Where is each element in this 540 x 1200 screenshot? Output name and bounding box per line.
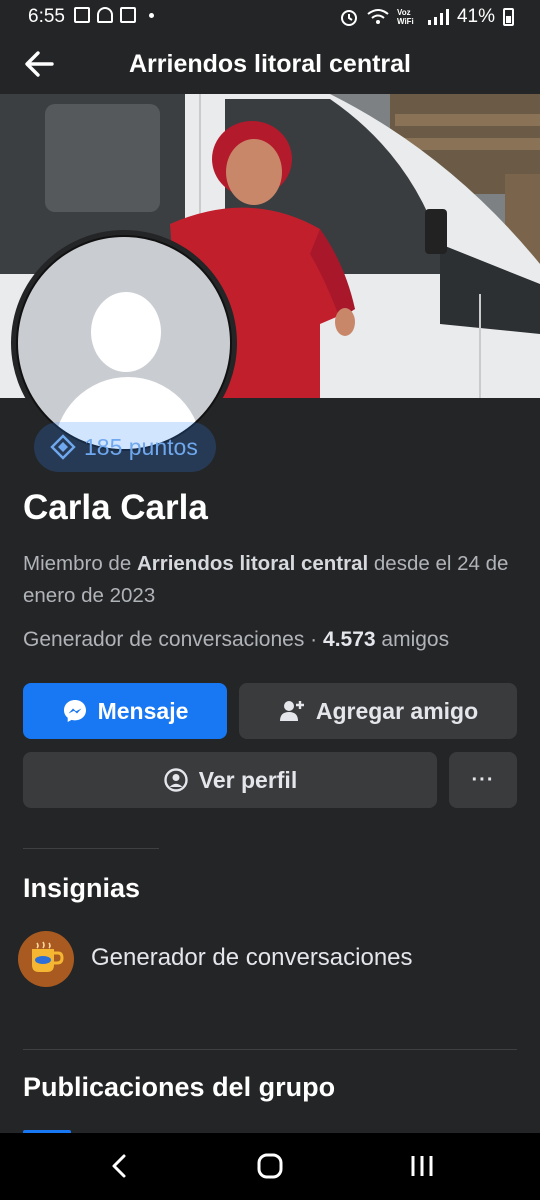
membership-info: Miembro de Arriendos litoral central des… xyxy=(23,548,513,612)
add-friend-button[interactable]: Agregar amigo xyxy=(239,683,517,739)
app-header: Arriendos litoral central xyxy=(0,34,540,94)
more-notifications-dot xyxy=(149,12,154,18)
nav-back-icon[interactable] xyxy=(105,1151,135,1181)
view-profile-button-label: Ver perfil xyxy=(198,766,298,793)
user-circle-icon xyxy=(164,768,188,792)
notification-icons xyxy=(74,7,154,23)
points-label: 185 puntos xyxy=(84,433,198,460)
friends-label: amigos xyxy=(375,628,450,651)
messenger-icon xyxy=(63,700,86,722)
coffee-cup-graphic xyxy=(32,941,64,972)
add-person-icon xyxy=(279,701,304,721)
voz-wifi-tag: Voz WiFi xyxy=(396,8,414,26)
weather-icon xyxy=(97,7,113,23)
friends-count: 4.573 xyxy=(323,628,376,651)
status-time: 6:55 xyxy=(28,6,65,27)
member-group-name: Arriendos litoral central xyxy=(136,552,369,575)
message-button[interactable]: Mensaje xyxy=(23,683,227,739)
profile-meta: Generador de conversaciones · 4.573 amig… xyxy=(23,628,449,652)
coffee-cup-icon xyxy=(18,931,74,987)
section-divider-full xyxy=(23,1049,517,1050)
message-button-label: Mensaje xyxy=(97,697,189,724)
battery-icon xyxy=(503,8,514,26)
system-navigation-bar xyxy=(0,1133,540,1200)
signal-icon xyxy=(427,9,449,25)
gallery-icon xyxy=(74,7,90,23)
view-profile-button[interactable]: Ver perfil xyxy=(23,752,437,808)
meta-separator: · xyxy=(304,628,324,651)
avatar-head-shape xyxy=(91,292,161,372)
badges-section-title: Insignias xyxy=(23,873,141,903)
more-options-button[interactable]: ··· xyxy=(449,752,517,808)
add-friend-button-label: Agregar amigo xyxy=(315,697,479,724)
nav-home-icon[interactable] xyxy=(255,1151,285,1181)
system-icons: Voz WiFi 41% xyxy=(339,6,514,28)
group-title: Arriendos litoral central xyxy=(128,50,412,78)
default-avatar-silhouette xyxy=(16,235,232,451)
diamond-points-icon xyxy=(50,434,76,460)
member-prefix: Miembro de xyxy=(23,552,137,575)
profile-name: Carla Carla xyxy=(23,488,208,527)
points-badge[interactable]: 185 puntos xyxy=(34,422,216,472)
wifi-icon xyxy=(367,9,389,24)
battery-percent: 41% xyxy=(456,6,495,27)
badge-item-label[interactable]: Generador de conversaciones xyxy=(91,944,413,972)
more-options-icon: ··· xyxy=(471,768,495,791)
group-posts-title: Publicaciones del grupo xyxy=(23,1072,336,1102)
section-divider xyxy=(23,848,159,849)
alarm-icon xyxy=(340,10,357,26)
profile-role-badge: Generador de conversaciones xyxy=(23,628,305,651)
nav-recents-icon[interactable] xyxy=(407,1151,437,1181)
calendar-icon xyxy=(120,7,136,23)
status-bar: 6:55 Voz WiFi 41% xyxy=(0,0,540,34)
